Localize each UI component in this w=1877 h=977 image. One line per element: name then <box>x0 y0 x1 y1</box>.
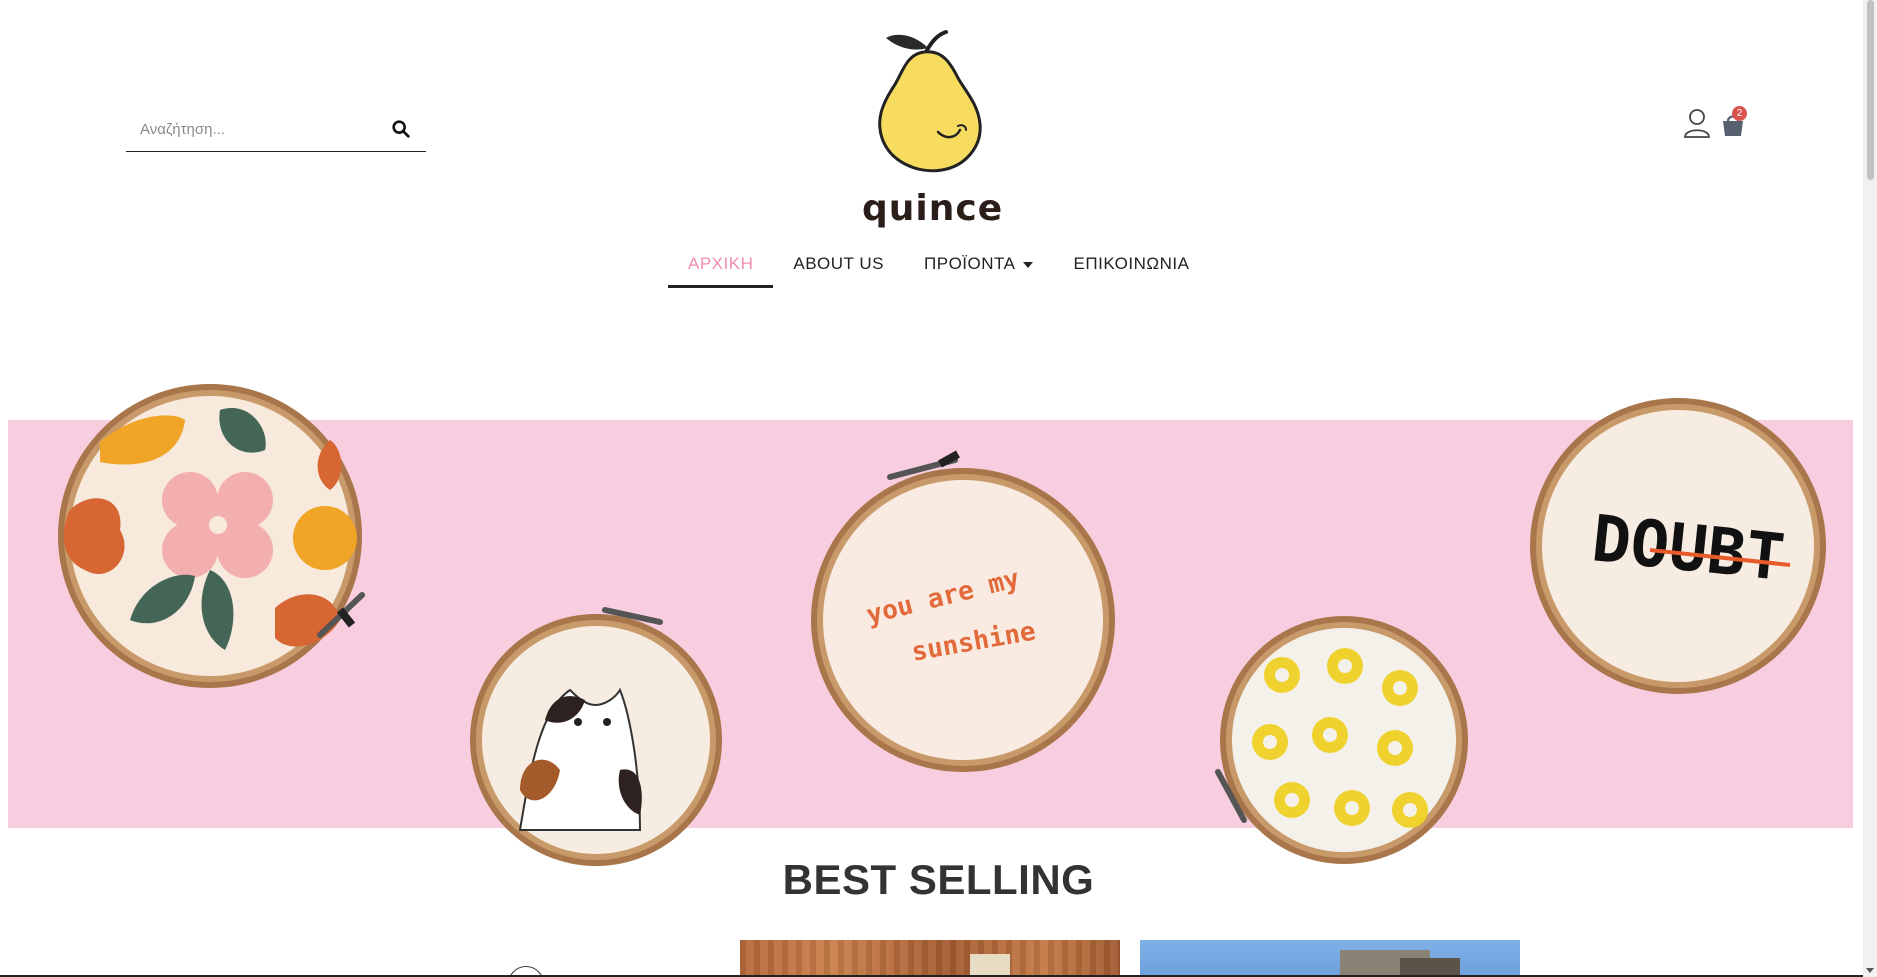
quince-fruit-icon <box>878 30 982 173</box>
scrollbar-thumb[interactable] <box>1867 0 1874 180</box>
nav-item-label: ΠΡΟΪΟΝΤΑ <box>923 254 1016 273</box>
best-selling-heading: BEST SELLING <box>782 856 1095 903</box>
site-logo[interactable]: quince <box>862 28 1004 233</box>
logo-wordmark: quince <box>862 188 1004 229</box>
product-image <box>740 940 1120 977</box>
nav-item-label: ΑΡΧΙΚΗ <box>688 254 754 273</box>
product-image-detail <box>970 954 1010 977</box>
search-input[interactable] <box>140 114 380 144</box>
nav-item-label: ΕΠΙΚΟΙΝΩΝΙΑ <box>1073 254 1190 273</box>
chevron-down-icon <box>1023 261 1034 268</box>
cart-count-badge: 2 <box>1732 106 1747 121</box>
hero-banner <box>8 420 1853 828</box>
main-navigation: ΑΡΧΙΚΗ ABOUT US ΠΡΟΪΟΝΤΑ ΕΠΙΚΟΙΝΩΝΙΑ <box>668 248 1209 288</box>
search-icon[interactable] <box>390 118 412 140</box>
nav-item-about-us[interactable]: ABOUT US <box>773 248 904 288</box>
nav-item-contact[interactable]: ΕΠΙΚΟΙΝΩΝΙΑ <box>1053 248 1209 288</box>
user-account-icon[interactable] <box>1683 108 1711 138</box>
search-bar <box>126 106 426 152</box>
nav-item-home[interactable]: ΑΡΧΙΚΗ <box>668 248 774 288</box>
nav-item-products[interactable]: ΠΡΟΪΟΝΤΑ <box>904 248 1054 288</box>
product-card[interactable] <box>740 940 1120 977</box>
nav-item-label: ABOUT US <box>793 254 884 273</box>
page-scrollbar[interactable] <box>1863 0 1877 977</box>
product-card[interactable] <box>1140 940 1520 977</box>
scroll-down-arrow-icon[interactable] <box>1866 968 1874 973</box>
